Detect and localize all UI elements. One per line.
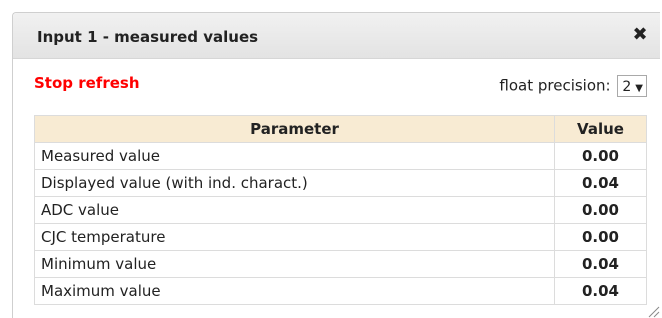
parameter-cell: CJC temperature (34, 223, 555, 251)
float-precision-select[interactable]: 2 ▼ (617, 75, 647, 97)
table-row: Measured value 0.00 (34, 142, 647, 170)
table-row: Maximum value 0.04 (34, 277, 647, 305)
parameter-cell: Maximum value (34, 277, 555, 305)
table-row: ADC value 0.00 (34, 196, 647, 224)
column-header-value: Value (554, 115, 647, 143)
table-row: Displayed value (with ind. charact.) 0.0… (34, 169, 647, 197)
float-precision-control: float precision: 2 ▼ (499, 75, 647, 97)
table-row: CJC temperature 0.00 (34, 223, 647, 251)
chevron-down-icon: ▼ (635, 83, 643, 94)
resize-grip-icon[interactable] (646, 304, 660, 318)
float-precision-value: 2 (622, 79, 632, 95)
table-header-row: Parameter Value (34, 115, 647, 143)
value-cell: 0.00 (554, 196, 647, 224)
value-cell: 0.04 (554, 169, 647, 197)
value-cell: 0.00 (554, 223, 647, 251)
parameter-cell: Minimum value (34, 250, 555, 278)
stop-refresh-link[interactable]: Stop refresh (34, 74, 140, 92)
parameter-cell: Displayed value (with ind. charact.) (34, 169, 555, 197)
parameter-cell: Measured value (34, 142, 555, 170)
table-row: Minimum value 0.04 (34, 250, 647, 278)
column-header-parameter: Parameter (34, 115, 555, 143)
parameters-table: Parameter Value Measured value 0.00 Disp… (34, 115, 647, 305)
value-cell: 0.04 (554, 250, 647, 278)
parameter-cell: ADC value (34, 196, 555, 224)
measured-values-dialog: Input 1 - measured values ✖ Stop refresh… (12, 12, 660, 318)
close-icon[interactable]: ✖ (628, 23, 652, 47)
dialog-title: Input 1 - measured values (37, 28, 259, 46)
value-cell: 0.04 (554, 277, 647, 305)
value-cell: 0.00 (554, 142, 647, 170)
float-precision-label: float precision: (499, 76, 611, 95)
dialog-titlebar[interactable]: Input 1 - measured values ✖ (13, 13, 660, 59)
